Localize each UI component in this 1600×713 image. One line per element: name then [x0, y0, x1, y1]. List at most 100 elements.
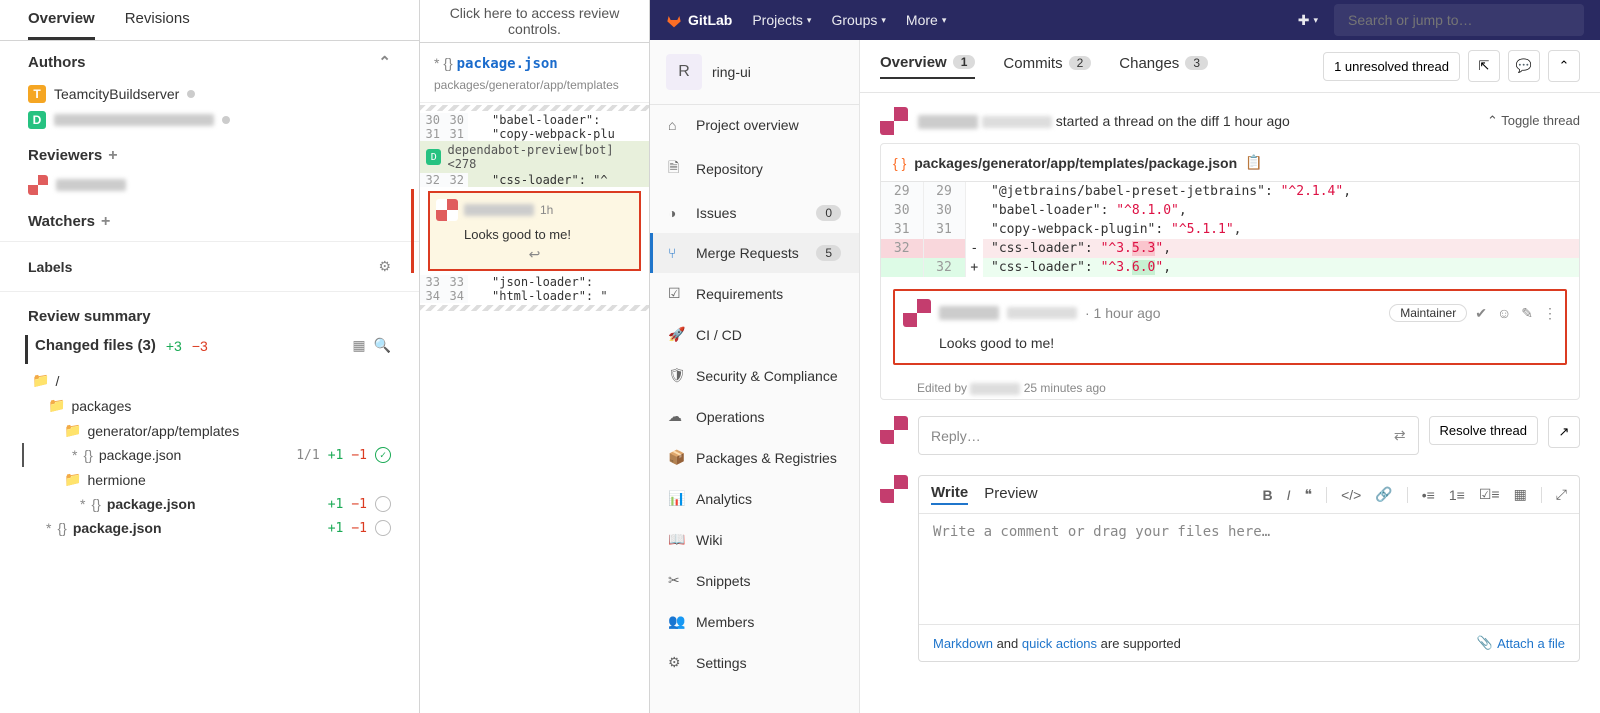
authors-collapse-icon[interactable]: ⌃: [378, 53, 391, 71]
card-file-path[interactable]: packages/generator/app/templates/package…: [914, 155, 1237, 171]
author-row[interactable]: T TeamcityBuildserver: [28, 81, 391, 107]
gitlab-icon: [666, 12, 682, 28]
reply-icon[interactable]: ↩: [436, 242, 633, 263]
sidebar-item-analytics[interactable]: 📊Analytics: [650, 478, 859, 519]
ide-tab-overview[interactable]: Overview: [28, 10, 95, 40]
sidebar-item-merge-requests[interactable]: ⑂Merge Requests5: [650, 233, 859, 273]
tree-file[interactable]: * {} package.json +1 −1: [28, 492, 391, 516]
editor-tab-preview[interactable]: Preview: [984, 485, 1037, 504]
line-num: 33: [420, 275, 444, 289]
chevron-up-icon[interactable]: ⌃: [1548, 50, 1580, 82]
add-watcher-icon[interactable]: +: [101, 213, 110, 230]
line-num: 34: [420, 289, 444, 303]
inline-comment[interactable]: 1h Looks good to me! ↩: [428, 191, 641, 271]
markdown-link[interactable]: Markdown: [933, 636, 993, 651]
editor-tab-write[interactable]: Write: [931, 484, 968, 505]
add-reviewer-icon[interactable]: +: [108, 147, 117, 164]
diff-filename[interactable]: package.json: [457, 56, 558, 72]
tree-file-active[interactable]: * {} package.json 1/1 +1 −1 ✓: [22, 443, 391, 467]
nav-plus-icon[interactable]: ✚ ▾: [1298, 12, 1318, 29]
comment-author-blurred: [464, 204, 534, 216]
diff-commit-row[interactable]: Ddependabot-preview[bot] <278: [420, 141, 649, 173]
ol-icon[interactable]: 1≡: [1449, 487, 1465, 503]
changed-files-heading[interactable]: Changed files (3): [35, 337, 156, 354]
tree-label: generator/app/templates: [87, 423, 239, 439]
search-input[interactable]: [1334, 4, 1584, 36]
check-ok-icon[interactable]: ✓: [375, 447, 391, 463]
italic-icon[interactable]: I: [1287, 487, 1291, 503]
edit-icon[interactable]: ✎: [1521, 305, 1533, 322]
sidebar-item-packages[interactable]: 📦Packages & Registries: [650, 437, 859, 478]
emoji-icon[interactable]: ☺: [1497, 305, 1511, 322]
author-row[interactable]: D: [28, 107, 391, 133]
quote-icon[interactable]: ❝: [1305, 486, 1313, 503]
check-empty-icon[interactable]: [375, 496, 391, 512]
quick-actions-link[interactable]: quick actions: [1022, 636, 1097, 651]
tab-count: 2: [1069, 56, 1092, 70]
sidebar-item-issues[interactable]: ◑Issues0: [650, 193, 859, 233]
jump-file-icon[interactable]: ⇱: [1468, 50, 1500, 82]
new-issue-icon[interactable]: ↗: [1548, 416, 1580, 448]
project-header[interactable]: R ring-ui: [650, 40, 859, 105]
ul-icon[interactable]: •≡: [1422, 487, 1435, 503]
new-thread-icon[interactable]: 💬: [1508, 50, 1540, 82]
comment-textarea[interactable]: Write a comment or drag your files here…: [919, 514, 1579, 624]
nav-projects[interactable]: Projects▾: [752, 12, 811, 28]
resolve-thread-button[interactable]: Resolve thread: [1429, 416, 1538, 445]
tab-changes[interactable]: Changes3: [1119, 55, 1208, 78]
tab-commits[interactable]: Commits2: [1003, 55, 1091, 78]
reply-input[interactable]: Reply… ⇄: [918, 416, 1419, 455]
task-icon[interactable]: ☑≡: [1479, 486, 1500, 503]
sidebar-item-repository[interactable]: 🗎Repository: [650, 145, 859, 193]
unresolved-thread-button[interactable]: 1 unresolved thread: [1323, 52, 1460, 81]
changed-files-added: +3: [166, 338, 182, 354]
kebab-menu-icon[interactable]: ⋮: [1543, 305, 1557, 322]
tree-file-label: package.json: [73, 520, 162, 536]
sidebar-item-requirements[interactable]: ☑Requirements: [650, 273, 859, 314]
check-empty-icon[interactable]: [375, 520, 391, 536]
shield-icon: 🛡: [668, 367, 684, 384]
tree-file[interactable]: * {} package.json +1 −1: [28, 516, 391, 540]
search-icon[interactable]: 🔍: [374, 337, 391, 354]
bold-icon[interactable]: B: [1263, 487, 1273, 503]
gitlab-logo[interactable]: GitLab: [666, 12, 732, 28]
tree-folder[interactable]: 📁 hermione: [28, 467, 391, 492]
nav-more[interactable]: More▾: [906, 12, 946, 28]
line-num: 31: [444, 127, 468, 141]
table-icon[interactable]: ▦: [1514, 486, 1527, 503]
json-file-icon: {}: [91, 496, 100, 512]
file-added: +1: [328, 497, 344, 512]
review-banner[interactable]: Click here to access review controls.: [420, 0, 649, 43]
authors-heading: Authors: [28, 54, 86, 71]
reviewer-row[interactable]: [28, 171, 391, 199]
sidebar-item-security[interactable]: 🛡Security & Compliance: [650, 355, 859, 396]
tab-overview[interactable]: Overview1: [880, 54, 975, 79]
nav-groups[interactable]: Groups▾: [831, 12, 885, 28]
diff-card: { } packages/generator/app/templates/pac…: [880, 143, 1580, 400]
sidebar-item-wiki[interactable]: 📖Wiki: [650, 519, 859, 560]
ops-icon: ☁: [668, 408, 684, 425]
link-icon[interactable]: 🔗: [1375, 486, 1392, 503]
labels-gear-icon[interactable]: ⚙: [378, 258, 391, 275]
collapsed-indicator: [420, 105, 649, 111]
sidebar-item-snippets[interactable]: ✂Snippets: [650, 560, 859, 601]
attach-file-button[interactable]: 📎Attach a file: [1477, 635, 1565, 651]
sidebar-item-overview[interactable]: ⌂Project overview: [650, 105, 859, 145]
resolve-check-icon[interactable]: ✔: [1475, 305, 1487, 322]
tree-folder[interactable]: 📁 generator/app/templates: [28, 418, 391, 443]
copy-path-icon[interactable]: 📋: [1245, 154, 1262, 171]
folder-icon: 📁: [64, 471, 81, 488]
ide-tab-revisions[interactable]: Revisions: [125, 10, 190, 40]
tree-label: packages: [71, 398, 131, 414]
sidebar-item-settings[interactable]: ⚙Settings: [650, 642, 859, 683]
sidebar-item-members[interactable]: 👥Members: [650, 601, 859, 642]
fullscreen-icon[interactable]: ⤢: [1556, 486, 1567, 503]
tree-folder[interactable]: 📁 packages: [28, 393, 391, 418]
toggle-thread-button[interactable]: ⌃ Toggle thread: [1487, 113, 1580, 129]
sidebar-item-cicd[interactable]: 🚀CI / CD: [650, 314, 859, 355]
sidebar-item-operations[interactable]: ☁Operations: [650, 396, 859, 437]
grid-view-icon[interactable]: ▦: [352, 337, 365, 354]
tree-root[interactable]: 📁 /: [28, 368, 391, 393]
code-icon[interactable]: </>: [1341, 487, 1361, 503]
reply-toggle-icon[interactable]: ⇄: [1394, 427, 1406, 444]
